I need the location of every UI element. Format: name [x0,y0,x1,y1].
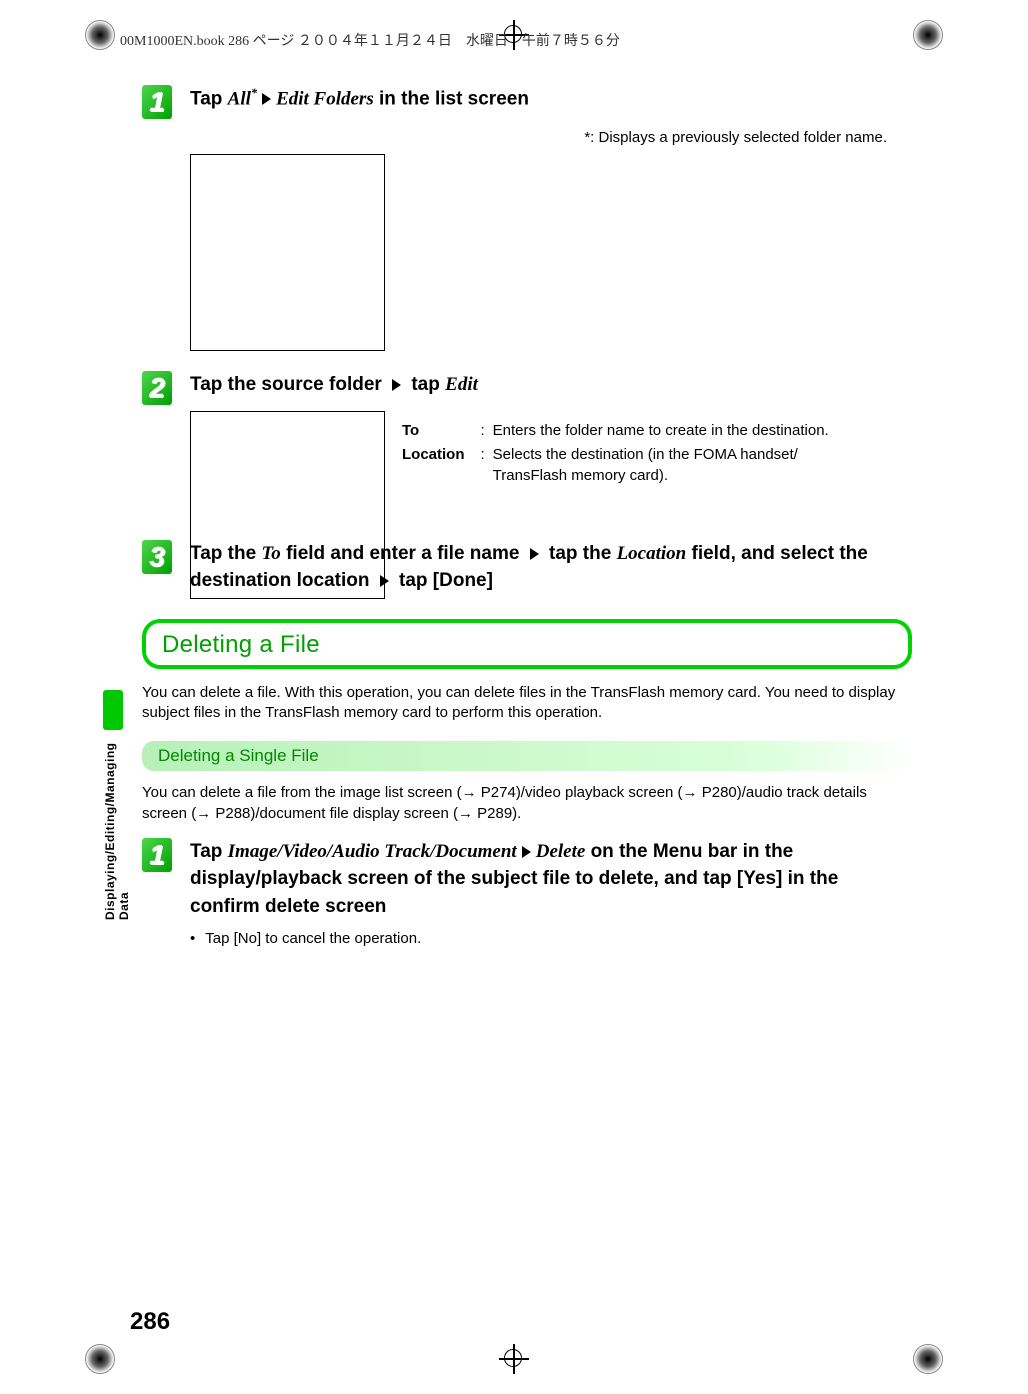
def-colon: : [481,421,491,443]
bullet-note: Tap [No] to cancel the operation. [190,930,912,947]
section-title: Deleting a File [142,619,912,669]
side-tab: Displaying/Editing/Managing Data [103,690,123,880]
def-key: Location [402,445,479,488]
step-text: Tap the To field and enter a file name t… [190,540,912,595]
crop-mark-icon [85,20,115,50]
step-text: Tap the source folder tap Edit [190,371,912,399]
crop-mark-icon [85,1344,115,1374]
step-3: 3 Tap the To field and enter a file name… [142,540,912,595]
step-1: 1 Tap All*Edit Folders in the list scree… [142,85,912,119]
crop-mark-icon [913,1344,943,1374]
step-badge: 2 [142,371,172,405]
page-content: 1 Tap All*Edit Folders in the list scree… [142,85,912,947]
definition-list: To : Enters the folder name to create in… [400,419,912,490]
crop-mark-icon [913,20,943,50]
def-key: To [402,421,479,443]
side-tab-label: Displaying/Editing/Managing Data [103,734,131,920]
crop-cross-icon [499,1344,529,1374]
triangle-icon [392,379,401,391]
step-text: Tap Image/Video/Audio Track/DocumentDele… [190,838,912,921]
screenshot-placeholder [190,154,385,351]
step-b1: 1 Tap Image/Video/Audio Track/DocumentDe… [142,838,912,921]
step-badge: 1 [142,838,172,872]
def-colon: : [481,445,491,488]
def-value: Selects the destination (in the FOMA han… [493,445,829,488]
triangle-icon [522,846,531,858]
side-tab-color-icon [103,690,123,730]
step-2: 2 Tap the source folder tap Edit [142,371,912,405]
step-badge: 3 [142,540,172,574]
subsection-title: Deleting a Single File [142,741,912,771]
print-header: 00M1000EN.book 286 ページ ２００４年１１月２４日 水曜日 午… [120,30,620,50]
subsection-intro: You can delete a file from the image lis… [142,783,912,824]
def-value: Enters the folder name to create in the … [493,421,829,443]
triangle-icon [262,93,271,105]
step-text: Tap All*Edit Folders in the list screen [190,85,912,113]
page-number: 286 [130,1308,170,1336]
step-badge: 1 [142,85,172,119]
section-intro: You can delete a file. With this operati… [142,683,912,724]
footnote: *: Displays a previously selected folder… [142,129,887,146]
